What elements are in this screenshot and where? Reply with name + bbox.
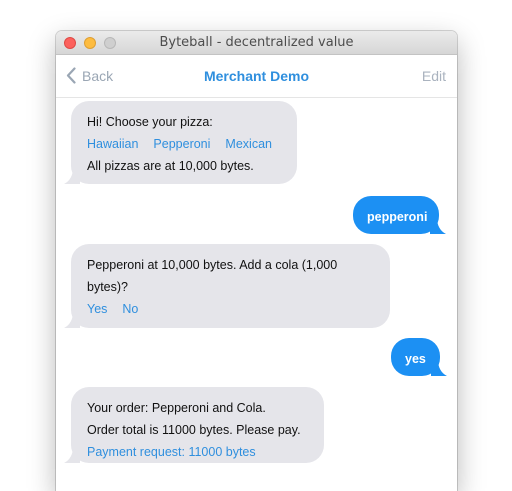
back-button[interactable]: Back bbox=[66, 67, 113, 84]
title-bar: Byteball - decentralized value bbox=[56, 31, 457, 55]
bubble-tail bbox=[64, 312, 80, 328]
chevron-left-icon bbox=[66, 67, 76, 84]
message-text: Hi! Choose your pizza: bbox=[87, 115, 213, 129]
app-window: Byteball - decentralized value Back Merc… bbox=[56, 31, 457, 491]
bubble-tail bbox=[64, 168, 80, 184]
incoming-message: Your order: Pepperoni and Cola. Order to… bbox=[64, 387, 324, 463]
pizza-options: Hawaiian Pepperoni Mexican bbox=[87, 133, 281, 155]
message-text: Pepperoni at 10,000 bytes. Add a cola (1… bbox=[87, 258, 338, 272]
yes-link[interactable]: Yes bbox=[87, 298, 107, 320]
payment-request-link[interactable]: Payment request: 11000 bytes bbox=[87, 441, 308, 463]
bubble-tail bbox=[430, 218, 446, 234]
message-text: pepperoni bbox=[367, 210, 428, 224]
option-pepperoni-link[interactable]: Pepperoni bbox=[153, 133, 210, 155]
window-title: Byteball - decentralized value bbox=[159, 35, 354, 50]
nav-bar: Back Merchant Demo Edit bbox=[56, 55, 457, 98]
bubble-tail bbox=[431, 360, 447, 376]
outgoing-message: yes bbox=[391, 338, 447, 376]
outgoing-message: pepperoni bbox=[353, 196, 446, 234]
message-text: yes bbox=[405, 352, 426, 366]
chat-title: Merchant Demo bbox=[203, 68, 310, 84]
message-text: All pizzas are at 10,000 bytes. bbox=[87, 159, 254, 173]
message-text: Your order: Pepperoni and Cola. bbox=[87, 401, 266, 415]
no-link[interactable]: No bbox=[122, 298, 138, 320]
message-text: bytes)? bbox=[87, 280, 128, 294]
bubble-tail bbox=[64, 447, 80, 463]
option-hawaiian-link[interactable]: Hawaiian bbox=[87, 133, 138, 155]
incoming-message: Hi! Choose your pizza: Hawaiian Pepperon… bbox=[64, 101, 297, 184]
edit-button[interactable]: Edit bbox=[422, 68, 446, 84]
incoming-message: Pepperoni at 10,000 bytes. Add a cola (1… bbox=[64, 244, 390, 328]
option-mexican-link[interactable]: Mexican bbox=[225, 133, 272, 155]
back-button-label: Back bbox=[82, 67, 114, 84]
cola-options: Yes No bbox=[87, 298, 374, 320]
message-text: Order total is 11000 bytes. Please pay. bbox=[87, 423, 301, 437]
